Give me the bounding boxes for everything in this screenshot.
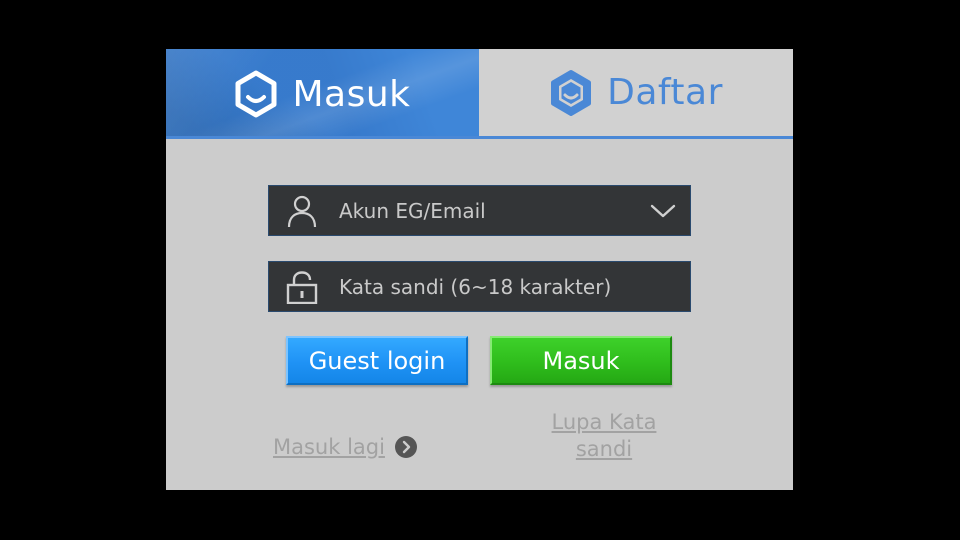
user-icon xyxy=(287,195,317,227)
hexagon-logo-icon xyxy=(235,70,277,118)
arrow-circle-right-icon xyxy=(394,436,417,458)
account-field xyxy=(268,185,691,236)
tab-login-label: Masuk xyxy=(292,73,411,115)
tab-login[interactable]: Masuk xyxy=(166,49,479,139)
login-button[interactable]: Masuk xyxy=(490,336,672,385)
lock-icon xyxy=(286,270,318,304)
password-input[interactable] xyxy=(339,271,690,302)
forgot-password-link[interactable]: Lupa Kata sandi xyxy=(532,409,676,463)
login-dialog: Masuk Daftar Guest log xyxy=(166,49,793,490)
tab-bar: Masuk Daftar xyxy=(166,49,793,139)
chevron-down-icon[interactable] xyxy=(650,203,676,219)
account-input[interactable] xyxy=(339,195,650,226)
password-field xyxy=(268,261,691,312)
tab-underline xyxy=(166,136,793,139)
hexagon-logo-icon xyxy=(551,69,592,116)
tab-register[interactable]: Daftar xyxy=(479,49,793,136)
tab-register-label: Daftar xyxy=(607,72,723,113)
guest-login-button[interactable]: Guest login xyxy=(286,336,468,385)
relogin-link[interactable]: Masuk lagi xyxy=(273,435,417,459)
relogin-label: Masuk lagi xyxy=(273,435,385,459)
